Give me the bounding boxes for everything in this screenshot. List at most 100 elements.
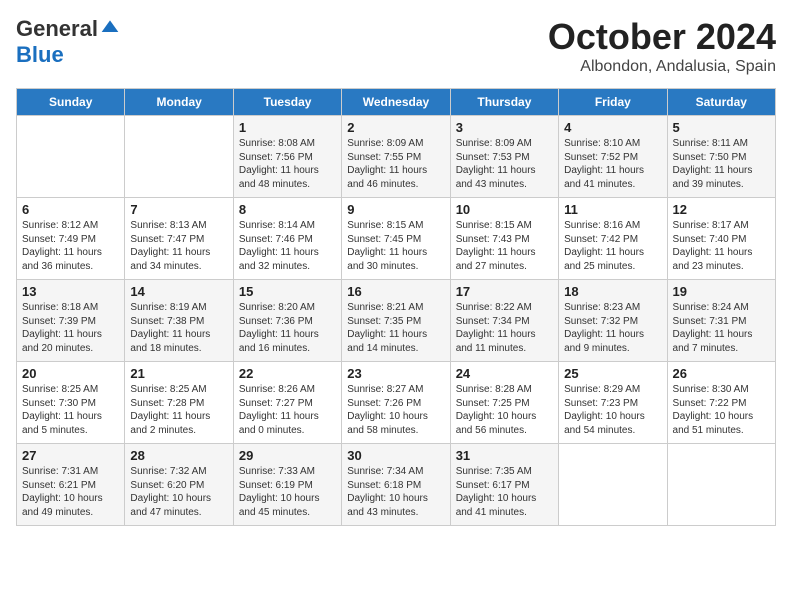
cell-info: Sunrise: 7:33 AMSunset: 6:19 PMDaylight:… — [239, 465, 336, 519]
calendar-cell: 30 Sunrise: 7:34 AMSunset: 6:18 PMDayligh… — [342, 444, 450, 526]
cell-info: Sunrise: 8:27 AMSunset: 7:26 PMDaylight:… — [347, 383, 444, 437]
calendar-cell: 11Sunrise: 8:16 AMSunset: 7:42 PMDayligh… — [559, 198, 667, 280]
day-number: 18 — [564, 284, 661, 299]
calendar-week-row: 6 Sunrise: 8:12 AMSunset: 7:49 PMDaylight… — [17, 198, 776, 280]
cell-info: Sunrise: 8:12 AMSunset: 7:49 PMDaylight:… — [22, 219, 119, 273]
cell-info: Sunrise: 8:11 AMSunset: 7:50 PMDaylight:… — [673, 137, 770, 191]
calendar-cell: 1Sunrise: 8:08 AMSunset: 7:56 PMDaylight… — [233, 116, 341, 198]
calendar-cell: 25Sunrise: 8:29 AMSunset: 7:23 PMDayligh… — [559, 362, 667, 444]
calendar-cell: 20 Sunrise: 8:25 AMSunset: 7:30 PMDayligh… — [17, 362, 125, 444]
day-number: 21 — [130, 366, 227, 381]
calendar-cell: 19 Sunrise: 8:24 AMSunset: 7:31 PMDayligh… — [667, 280, 775, 362]
day-number: 28 — [130, 448, 227, 463]
weekday-header: Monday — [125, 89, 233, 116]
cell-info: Sunrise: 8:24 AMSunset: 7:31 PMDaylight:… — [673, 301, 770, 355]
calendar-week-row: 13 Sunrise: 8:18 AMSunset: 7:39 PMDayligh… — [17, 280, 776, 362]
cell-info: Sunrise: 8:23 AMSunset: 7:32 PMDaylight:… — [564, 301, 661, 355]
calendar-cell: 9Sunrise: 8:15 AMSunset: 7:45 PMDaylight… — [342, 198, 450, 280]
weekday-header: Sunday — [17, 89, 125, 116]
calendar-cell: 21 Sunrise: 8:25 AMSunset: 7:28 PMDayligh… — [125, 362, 233, 444]
cell-info: Sunrise: 8:30 AMSunset: 7:22 PMDaylight:… — [673, 383, 770, 437]
day-number: 19 — [673, 284, 770, 299]
day-number: 27 — [22, 448, 119, 463]
calendar-cell — [559, 444, 667, 526]
day-number: 17 — [456, 284, 553, 299]
day-number: 5 — [673, 120, 770, 135]
day-number: 10 — [456, 202, 553, 217]
cell-info: Sunrise: 7:32 AMSunset: 6:20 PMDaylight:… — [130, 465, 227, 519]
calendar-week-row: 1Sunrise: 8:08 AMSunset: 7:56 PMDaylight… — [17, 116, 776, 198]
calendar-cell: 27 Sunrise: 7:31 AMSunset: 6:21 PMDayligh… — [17, 444, 125, 526]
calendar-cell: 17 Sunrise: 8:22 AMSunset: 7:34 PMDayligh… — [450, 280, 558, 362]
calendar-cell: 7Sunrise: 8:13 AMSunset: 7:47 PMDaylight… — [125, 198, 233, 280]
cell-info: Sunrise: 8:20 AMSunset: 7:36 PMDaylight:… — [239, 301, 336, 355]
cell-info: Sunrise: 8:25 AMSunset: 7:30 PMDaylight:… — [22, 383, 119, 437]
cell-info: Sunrise: 8:22 AMSunset: 7:34 PMDaylight:… — [456, 301, 553, 355]
cell-info: Sunrise: 8:09 AMSunset: 7:55 PMDaylight:… — [347, 137, 444, 191]
calendar-cell: 15 Sunrise: 8:20 AMSunset: 7:36 PMDayligh… — [233, 280, 341, 362]
weekday-header: Thursday — [450, 89, 558, 116]
calendar-cell: 26 Sunrise: 8:30 AMSunset: 7:22 PMDayligh… — [667, 362, 775, 444]
cell-info: Sunrise: 8:08 AMSunset: 7:56 PMDaylight:… — [239, 137, 336, 191]
cell-info: Sunrise: 8:15 AMSunset: 7:43 PMDaylight:… — [456, 219, 553, 273]
page-header: General Blue October 2024 Albondon, Anda… — [16, 16, 776, 76]
cell-info: Sunrise: 8:21 AMSunset: 7:35 PMDaylight:… — [347, 301, 444, 355]
day-number: 4 — [564, 120, 661, 135]
title-section: October 2024 Albondon, Andalusia, Spain — [548, 16, 776, 76]
day-number: 12 — [673, 202, 770, 217]
logo-general: General — [16, 16, 98, 42]
cell-info: Sunrise: 8:10 AMSunset: 7:52 PMDaylight:… — [564, 137, 661, 191]
day-number: 26 — [673, 366, 770, 381]
cell-info: Sunrise: 8:09 AMSunset: 7:53 PMDaylight:… — [456, 137, 553, 191]
calendar-cell: 14Sunrise: 8:19 AMSunset: 7:38 PMDayligh… — [125, 280, 233, 362]
cell-info: Sunrise: 8:14 AMSunset: 7:46 PMDaylight:… — [239, 219, 336, 273]
day-number: 3 — [456, 120, 553, 135]
cell-info: Sunrise: 7:31 AMSunset: 6:21 PMDaylight:… — [22, 465, 119, 519]
logo-blue: Blue — [16, 42, 64, 68]
calendar-cell: 23 Sunrise: 8:27 AMSunset: 7:26 PMDayligh… — [342, 362, 450, 444]
calendar-cell: 22 Sunrise: 8:26 AMSunset: 7:27 PMDayligh… — [233, 362, 341, 444]
calendar-cell: 18 Sunrise: 8:23 AMSunset: 7:32 PMDayligh… — [559, 280, 667, 362]
calendar-cell: 4 Sunrise: 8:10 AMSunset: 7:52 PMDaylight… — [559, 116, 667, 198]
weekday-header: Tuesday — [233, 89, 341, 116]
logo: General Blue — [16, 16, 120, 68]
location: Albondon, Andalusia, Spain — [548, 58, 776, 76]
cell-info: Sunrise: 8:13 AMSunset: 7:47 PMDaylight:… — [130, 219, 227, 273]
weekday-header-row: SundayMondayTuesdayWednesdayThursdayFrid… — [17, 89, 776, 116]
calendar-week-row: 27 Sunrise: 7:31 AMSunset: 6:21 PMDayligh… — [17, 444, 776, 526]
cell-info: Sunrise: 8:16 AMSunset: 7:42 PMDaylight:… — [564, 219, 661, 273]
day-number: 9 — [347, 202, 444, 217]
weekday-header: Saturday — [667, 89, 775, 116]
day-number: 13 — [22, 284, 119, 299]
cell-info: Sunrise: 8:26 AMSunset: 7:27 PMDaylight:… — [239, 383, 336, 437]
cell-info: Sunrise: 8:18 AMSunset: 7:39 PMDaylight:… — [22, 301, 119, 355]
day-number: 30 — [347, 448, 444, 463]
calendar-cell: 3 Sunrise: 8:09 AMSunset: 7:53 PMDaylight… — [450, 116, 558, 198]
day-number: 22 — [239, 366, 336, 381]
weekday-header: Wednesday — [342, 89, 450, 116]
day-number: 15 — [239, 284, 336, 299]
day-number: 6 — [22, 202, 119, 217]
day-number: 23 — [347, 366, 444, 381]
calendar-cell: 6 Sunrise: 8:12 AMSunset: 7:49 PMDaylight… — [17, 198, 125, 280]
calendar-cell: 10 Sunrise: 8:15 AMSunset: 7:43 PMDayligh… — [450, 198, 558, 280]
logo-icon — [100, 17, 120, 37]
day-number: 8 — [239, 202, 336, 217]
calendar-cell: 29Sunrise: 7:33 AMSunset: 6:19 PMDayligh… — [233, 444, 341, 526]
calendar-cell: 12 Sunrise: 8:17 AMSunset: 7:40 PMDayligh… — [667, 198, 775, 280]
day-number: 25 — [564, 366, 661, 381]
day-number: 24 — [456, 366, 553, 381]
calendar-cell: 16Sunrise: 8:21 AMSunset: 7:35 PMDayligh… — [342, 280, 450, 362]
calendar-cell — [17, 116, 125, 198]
calendar-cell: 2Sunrise: 8:09 AMSunset: 7:55 PMDaylight… — [342, 116, 450, 198]
cell-info: Sunrise: 8:17 AMSunset: 7:40 PMDaylight:… — [673, 219, 770, 273]
calendar-cell — [125, 116, 233, 198]
cell-info: Sunrise: 7:34 AMSunset: 6:18 PMDaylight:… — [347, 465, 444, 519]
day-number: 20 — [22, 366, 119, 381]
calendar-cell: 28 Sunrise: 7:32 AMSunset: 6:20 PMDayligh… — [125, 444, 233, 526]
cell-info: Sunrise: 7:35 AMSunset: 6:17 PMDaylight:… — [456, 465, 553, 519]
cell-info: Sunrise: 8:19 AMSunset: 7:38 PMDaylight:… — [130, 301, 227, 355]
calendar-cell: 24Sunrise: 8:28 AMSunset: 7:25 PMDayligh… — [450, 362, 558, 444]
cell-info: Sunrise: 8:25 AMSunset: 7:28 PMDaylight:… — [130, 383, 227, 437]
calendar-week-row: 20 Sunrise: 8:25 AMSunset: 7:30 PMDayligh… — [17, 362, 776, 444]
